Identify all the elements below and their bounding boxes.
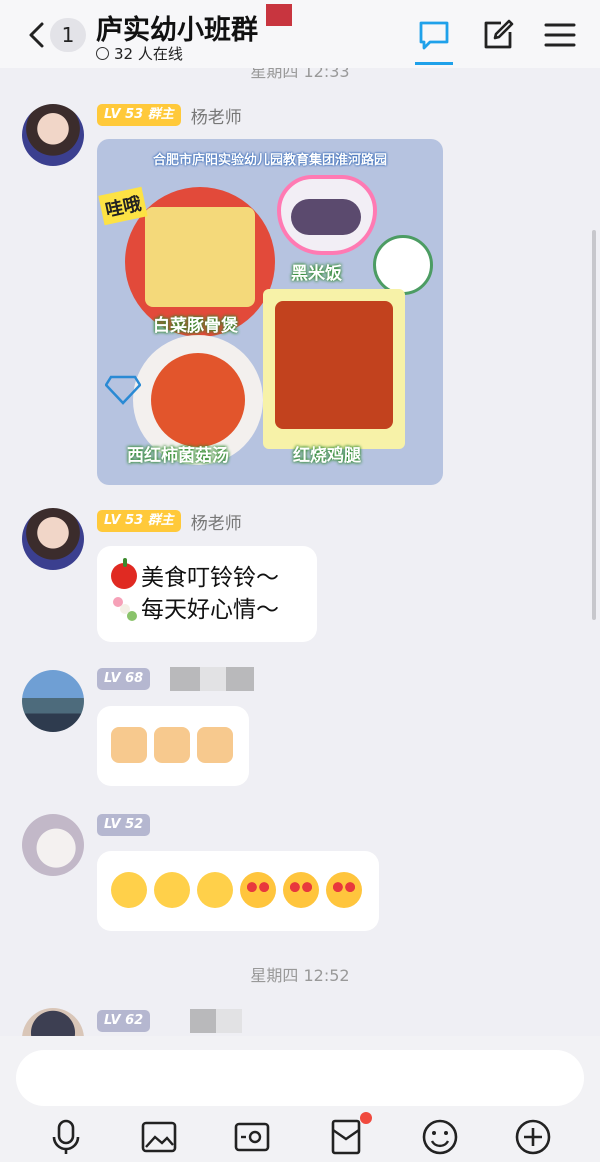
online-count[interactable]: 32 人在线: [96, 43, 183, 64]
heart-eyes-emoji-icon: [283, 872, 319, 908]
camera-icon[interactable]: [233, 1118, 271, 1156]
dish-label-chicken: 红烧鸡腿: [293, 446, 361, 466]
chat-header: 1 庐实幼小班群 32 人在线: [0, 0, 600, 68]
role-text: 群主: [147, 107, 174, 122]
smile-emoji-icon: [197, 872, 233, 908]
thumbs-up-icon: [154, 727, 190, 763]
blurred-name: [170, 667, 201, 691]
sender-name: 杨老师: [190, 107, 242, 128]
emoji-message-bubble[interactable]: [97, 851, 379, 931]
plus-icon[interactable]: [514, 1118, 552, 1156]
level-badge: LV 62: [97, 1010, 151, 1032]
group-title[interactable]: 庐实幼小班群: [96, 8, 258, 47]
red-packet-icon[interactable]: [327, 1118, 365, 1156]
shared-food-image[interactable]: 合肥市庐阳实验幼儿园教育集团淮河路园 哇哦 白菜豚骨煲 黑米饭 西红柿菌菇汤 红…: [97, 139, 443, 485]
message-line-2: 每天好心情～: [141, 597, 279, 623]
role-text: 群主: [147, 513, 174, 528]
input-bar: [0, 1036, 600, 1162]
avatar-member[interactable]: [22, 814, 84, 876]
online-count-text: 32 人在线: [114, 45, 183, 63]
message-line: 美食叮铃铃～: [111, 558, 303, 594]
thumbs-up-icon: [111, 727, 147, 763]
level-badge: LV 68: [97, 668, 151, 690]
mic-icon[interactable]: [47, 1118, 85, 1156]
message-line-1: 美食叮铃铃～: [141, 565, 279, 591]
sender-meta: LV 52: [97, 814, 151, 836]
diamond-icon: [105, 375, 141, 405]
level-badge: LV 53 群主: [97, 510, 181, 532]
online-icon: [96, 47, 109, 60]
smile-emoji-icon: [154, 872, 190, 908]
unread-count-badge[interactable]: 1: [50, 18, 86, 52]
smile-emoji-icon: [111, 872, 147, 908]
dango-emoji-icon: [111, 595, 137, 621]
image-icon[interactable]: [140, 1118, 178, 1156]
timestamp-bottom: 星期四 12:52: [250, 966, 350, 985]
braised-chicken: [275, 301, 393, 429]
scrollbar[interactable]: [592, 230, 596, 620]
message-input[interactable]: [16, 1050, 584, 1106]
edit-note-icon[interactable]: [481, 18, 515, 52]
tomato-soup: [151, 353, 245, 447]
level-text: LV 53: [104, 513, 144, 528]
sender-meta: LV 53 群主 杨老师: [97, 510, 242, 534]
dish-label-cabbage: 白菜豚骨煲: [153, 316, 238, 336]
blurred-name: [226, 667, 255, 691]
avatar-teacher[interactable]: [22, 508, 84, 570]
thumbs-up-icon: [197, 727, 233, 763]
blurred-name: [216, 1009, 243, 1033]
emoji-icon[interactable]: [421, 1118, 459, 1156]
level-badge: LV 52: [97, 814, 151, 836]
heart-eyes-emoji-icon: [240, 872, 276, 908]
blurred-name: [190, 1009, 217, 1033]
back-arrow-icon[interactable]: [24, 18, 50, 52]
blurred-name: [200, 667, 227, 691]
menu-icon[interactable]: [543, 18, 577, 52]
image-caption: 合肥市庐阳实验幼儿园教育集团淮河路园: [152, 153, 387, 168]
black-rice: [291, 199, 361, 235]
sender-name: 杨老师: [190, 513, 242, 534]
cabbage-dish: [145, 207, 255, 307]
chat-tab-icon[interactable]: [417, 18, 451, 52]
school-logo: [373, 235, 433, 295]
apple-emoji-icon: [111, 558, 137, 589]
heart-eyes-emoji-icon: [326, 872, 362, 908]
sender-meta: LV 62: [97, 1009, 243, 1033]
dish-label-soup: 西红柿菌菇汤: [127, 446, 229, 466]
active-tab-indicator: [415, 62, 453, 65]
text-message-bubble[interactable]: 美食叮铃铃～ 每天好心情～: [97, 546, 317, 642]
level-text: LV 53: [104, 107, 144, 122]
emoji-message-bubble[interactable]: [97, 706, 249, 786]
dish-label-rice: 黑米饭: [291, 264, 342, 284]
message-line: 每天好心情～: [111, 594, 303, 626]
avatar-teacher[interactable]: [22, 104, 84, 166]
sender-meta: LV 53 群主 杨老师: [97, 104, 242, 128]
avatar-member[interactable]: [22, 670, 84, 732]
sender-meta: LV 68: [97, 667, 255, 691]
title-red-mark: [266, 4, 292, 26]
level-badge: LV 53 群主: [97, 104, 181, 126]
notification-dot: [360, 1112, 372, 1124]
